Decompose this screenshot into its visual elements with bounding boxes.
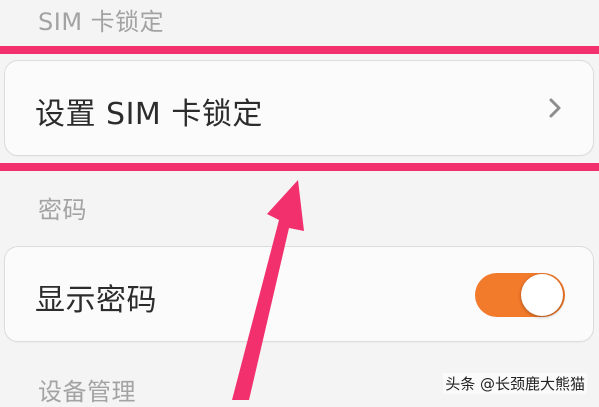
watermark: 头条 @长颈鹿大熊猫	[443, 373, 587, 394]
annotation-arrow	[232, 180, 304, 400]
